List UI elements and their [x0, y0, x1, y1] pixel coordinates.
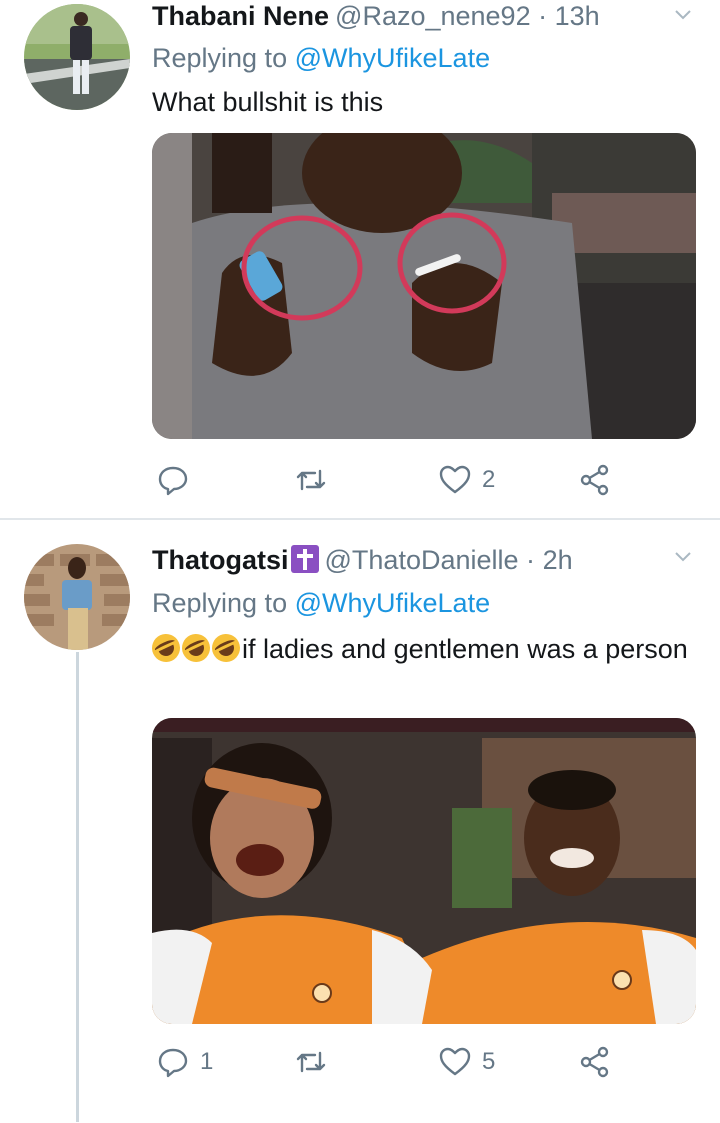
reply-button[interactable] — [156, 460, 200, 500]
tweet-photo[interactable] — [152, 133, 696, 439]
share-icon — [580, 464, 609, 496]
rolling-laughing-emoji — [147, 629, 185, 667]
replying-to: Replying to @WhyUfikeLate — [152, 587, 490, 619]
replying-to: Replying to @WhyUfikeLate — [152, 42, 490, 74]
chevron-down-icon[interactable] — [674, 6, 692, 24]
thread-line — [76, 652, 79, 1122]
share-icon — [580, 1046, 609, 1078]
mention-link[interactable]: @WhyUfikeLate — [295, 43, 490, 73]
chevron-down-icon[interactable] — [674, 548, 692, 566]
tweet-photo[interactable] — [152, 718, 696, 1024]
timestamp[interactable]: 2h — [543, 545, 573, 575]
share-button[interactable] — [578, 460, 612, 500]
user-handle[interactable]: @Razo_nene92 — [335, 1, 531, 31]
like-count: 2 — [482, 466, 496, 493]
rolling-laughing-emoji — [177, 629, 215, 667]
like-button[interactable]: 2 — [438, 460, 495, 500]
separator-dot: · — [526, 545, 536, 575]
reply-icon — [158, 466, 188, 496]
reply-button[interactable]: 1 — [156, 1042, 213, 1082]
display-name[interactable]: Thabani Nene — [152, 1, 329, 31]
retweet-button[interactable] — [294, 1042, 338, 1082]
tweet-header: Thatogatsi @ThatoDanielle · 2h — [152, 544, 573, 576]
reply-count: 1 — [200, 1048, 214, 1075]
retweet-icon — [296, 469, 326, 491]
retweet-button[interactable] — [294, 460, 338, 500]
tweet-1[interactable]: Thabani Nene @Razo_nene92 · 13h Replying … — [0, 0, 720, 519]
like-icon — [439, 465, 471, 494]
user-handle[interactable]: @ThatoDanielle — [325, 545, 519, 575]
tweet-text: What bullshit is this — [152, 87, 384, 117]
mention-link[interactable]: @WhyUfikeLate — [295, 588, 490, 618]
like-button[interactable]: 5 — [438, 1042, 495, 1082]
avatar[interactable] — [24, 4, 130, 110]
separator-dot: · — [538, 1, 548, 31]
tweet-2[interactable]: Thatogatsi @ThatoDanielle · 2h Replying t… — [0, 520, 720, 1123]
retweet-icon — [296, 1051, 326, 1073]
like-icon — [439, 1047, 471, 1076]
timestamp[interactable]: 13h — [555, 1, 600, 31]
reply-icon — [158, 1048, 188, 1078]
share-button[interactable] — [578, 1042, 612, 1082]
tweet-actions: 1 5 — [152, 1042, 696, 1082]
tweet-header: Thabani Nene @Razo_nene92 · 13h — [152, 0, 600, 32]
replying-prefix: Replying to — [152, 43, 288, 73]
latin-cross-emoji — [290, 545, 319, 573]
display-name[interactable]: Thatogatsi — [152, 545, 289, 575]
tweet-actions: 2 — [152, 460, 696, 500]
tweet-text-content: if ladies and gentlemen was a person — [242, 634, 688, 664]
tweet-text: if ladies and gentlemen was a person — [147, 629, 692, 669]
rolling-laughing-emoji — [207, 629, 245, 667]
replying-prefix: Replying to — [152, 588, 288, 618]
like-count: 5 — [482, 1048, 496, 1075]
avatar[interactable] — [24, 544, 130, 650]
